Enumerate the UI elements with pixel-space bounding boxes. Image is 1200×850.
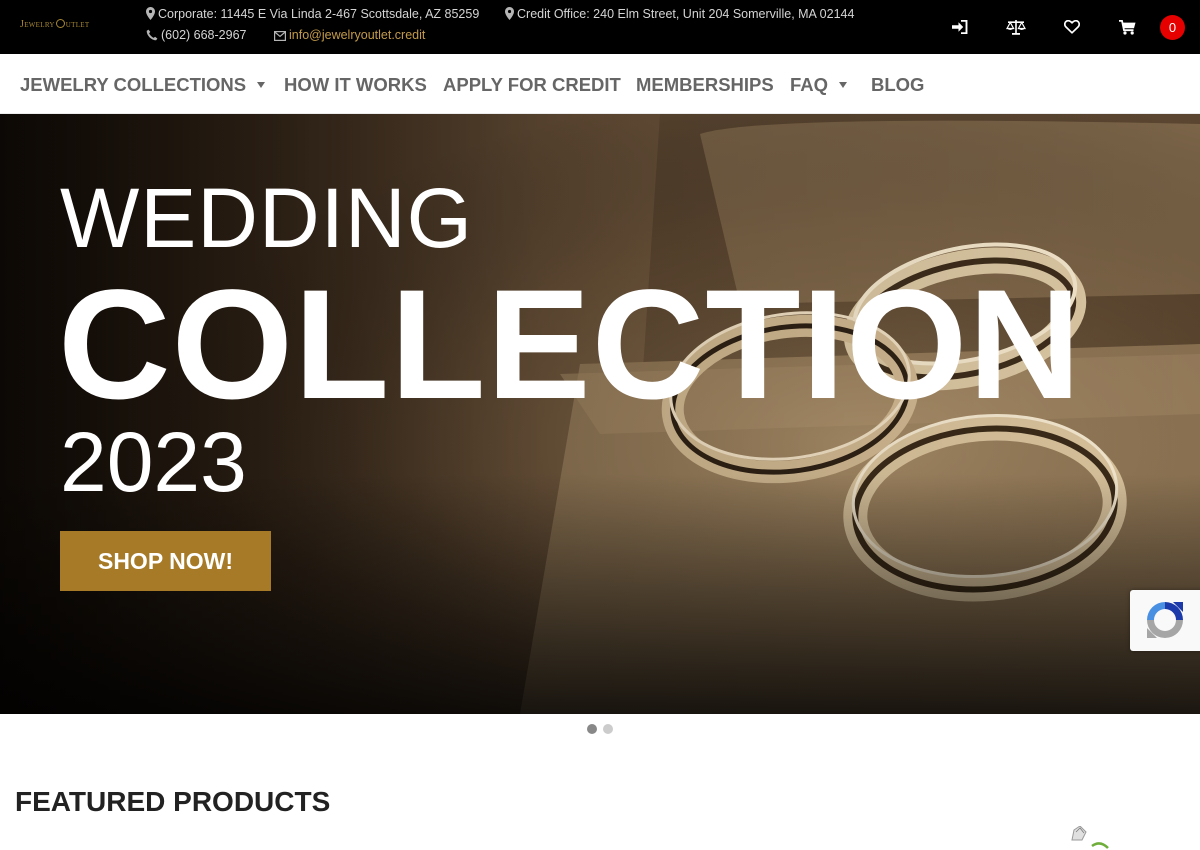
site-logo[interactable]: Jewelry utlet: [20, 19, 89, 30]
phone-icon: [146, 29, 158, 41]
phone-text: (602) 668-2967: [161, 28, 247, 42]
map-marker-icon: [146, 7, 155, 20]
featured-products-heading: FEATURED PRODUCTS: [15, 786, 331, 817]
shop-now-button[interactable]: SHOP NOW!: [60, 531, 271, 591]
phone-number[interactable]: (602) 668-2967: [146, 28, 246, 42]
nav-faq[interactable]: FAQ: [790, 74, 848, 96]
envelope-icon: [274, 31, 286, 41]
nav-how-it-works[interactable]: HOW IT WORKS: [284, 74, 427, 96]
email-text: info@jewelryoutlet.credit: [289, 28, 426, 42]
hero-slider[interactable]: WEDDING COLLECTION 2023 SHOP NOW!: [0, 114, 1200, 714]
hero-title-wedding: WEDDING: [60, 171, 473, 265]
slider-dot-2[interactable]: [603, 724, 613, 734]
recaptcha-icon: [1147, 602, 1183, 638]
main-navigation: JEWELRY COLLECTIONS HOW IT WORKS APPLY F…: [0, 54, 1200, 114]
shopping-cart-icon[interactable]: [1117, 17, 1137, 37]
sign-in-icon[interactable]: [950, 17, 970, 37]
nav-blog[interactable]: BLOG: [871, 74, 924, 96]
nav-jewelry-collections[interactable]: JEWELRY COLLECTIONS: [20, 74, 266, 96]
email-link[interactable]: info@jewelryoutlet.credit: [274, 28, 425, 42]
cart-count-badge[interactable]: 0: [1160, 15, 1185, 40]
ring-logo-icon: [55, 19, 65, 28]
map-marker-icon: [505, 7, 514, 20]
hero-title-collection: COLLECTION: [58, 258, 1082, 432]
compare-scale-icon[interactable]: [1006, 17, 1026, 37]
nav-apply-for-credit[interactable]: APPLY FOR CREDIT: [443, 74, 621, 96]
heart-icon[interactable]: [1062, 17, 1082, 37]
recaptcha-badge[interactable]: [1130, 590, 1200, 651]
slider-dot-1[interactable]: [587, 724, 597, 734]
corporate-address-text: Corporate: 11445 E Via Linda 2-467 Scott…: [158, 7, 480, 21]
hero-title-year: 2023: [60, 415, 247, 509]
credit-office-address: Credit Office: 240 Elm Street, Unit 204 …: [505, 7, 854, 21]
dropdown-caret-icon: [257, 82, 266, 88]
product-thumbnail-image[interactable]: [1064, 826, 1114, 850]
corporate-address: Corporate: 11445 E Via Linda 2-467 Scott…: [146, 7, 479, 21]
top-bar: Jewelry utlet Corporate: 11445 E Via Lind…: [0, 0, 1200, 54]
nav-memberships[interactable]: MEMBERSHIPS: [636, 74, 774, 96]
dropdown-caret-icon: [839, 82, 848, 88]
credit-office-text: Credit Office: 240 Elm Street, Unit 204 …: [517, 7, 855, 21]
